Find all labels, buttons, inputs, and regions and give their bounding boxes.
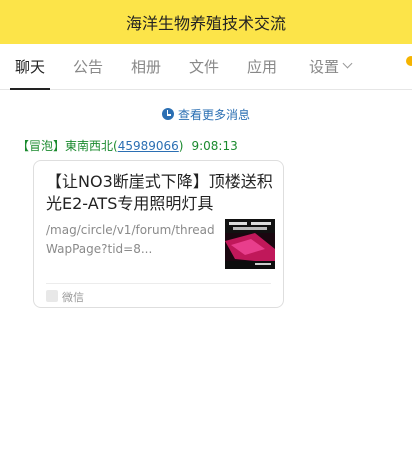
- message-header: 【冒泡】東南西北(45989066) 9:08:13: [17, 137, 238, 154]
- wechat-icon: [46, 290, 58, 302]
- card-description: /mag/circle/v1/forum/threadWapPage?tid=8…: [46, 223, 215, 256]
- sender-qq-link[interactable]: 45989066: [118, 139, 179, 153]
- message-time: 9:08:13: [191, 139, 238, 153]
- tab-bar: 聊天 公告 相册 文件 应用 设置: [0, 44, 412, 90]
- notification-dot: [406, 56, 412, 66]
- qq-close-paren: ): [178, 139, 184, 153]
- tab-album-label: 相册: [130, 57, 161, 76]
- card-divider: [46, 283, 271, 284]
- tab-chat[interactable]: 聊天: [10, 43, 50, 90]
- sender-badge: 【冒泡】: [17, 139, 66, 153]
- card-source: 微信: [62, 291, 84, 304]
- tab-announcement-label: 公告: [72, 57, 103, 76]
- tab-settings[interactable]: 设置: [302, 43, 358, 89]
- tab-chat-label: 聊天: [14, 57, 45, 76]
- view-more-messages-label: 查看更多消息: [177, 107, 250, 122]
- tab-files-label: 文件: [188, 57, 219, 76]
- shared-link-card[interactable]: 【让NO3断崖式下降】顶楼送积光E2-ATS专用照明灯具 /mag/circle…: [33, 160, 284, 308]
- title-bar: 海洋生物养殖技术交流: [0, 0, 412, 44]
- sender-name[interactable]: 東南西北: [65, 139, 113, 153]
- card-title: 【让NO3断崖式下降】顶楼送积光E2-ATS专用照明灯具: [46, 172, 273, 213]
- view-more-messages-link[interactable]: 查看更多消息: [0, 104, 412, 124]
- tab-files[interactable]: 文件: [184, 43, 224, 89]
- tab-apps-label: 应用: [246, 57, 277, 76]
- tab-settings-label: 设置: [308, 57, 339, 76]
- tab-album[interactable]: 相册: [126, 43, 166, 89]
- card-thumbnail-image: [225, 219, 275, 269]
- group-title: 海洋生物养殖技术交流: [125, 14, 286, 33]
- chevron-down-icon: [342, 58, 353, 68]
- tab-apps[interactable]: 应用: [242, 43, 282, 89]
- tab-announcement[interactable]: 公告: [68, 43, 108, 89]
- card-thumbnail: [225, 219, 275, 269]
- clock-icon: [161, 108, 174, 120]
